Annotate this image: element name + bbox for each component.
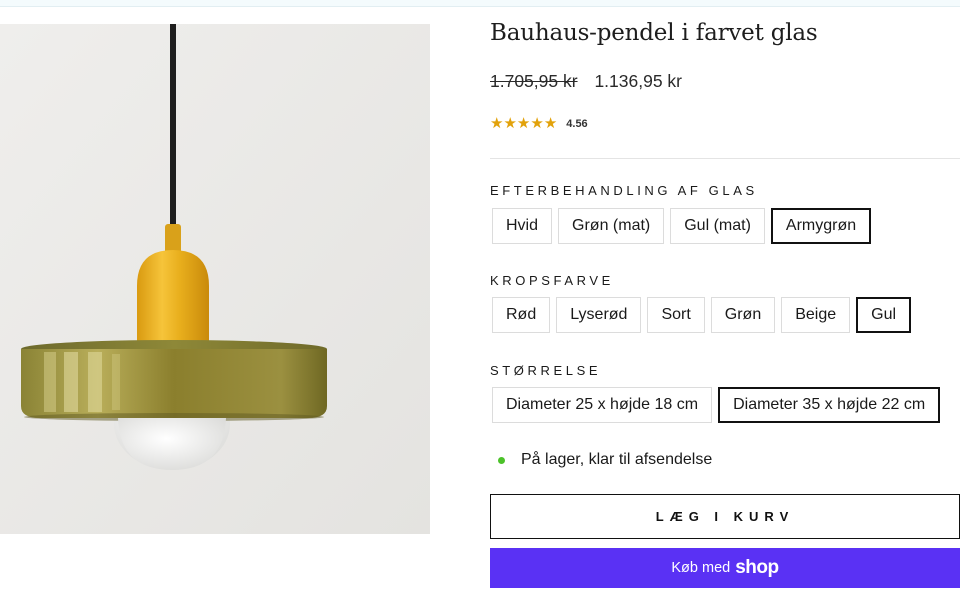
in-stock-dot-icon <box>498 456 505 464</box>
finish-label: EFTERBEHANDLING AF GLAS <box>490 183 758 198</box>
finish-option-gul-mat[interactable]: Gul (mat) <box>670 208 765 244</box>
star-icon: ★ <box>516 115 531 132</box>
star-rating: ★ ★ ★ ★ ★ <box>490 116 557 132</box>
size-option-35[interactable]: Diameter 35 x højde 22 cm <box>718 387 941 423</box>
divider <box>490 158 960 159</box>
shop-pay-prefix: Køb med <box>671 560 731 576</box>
stock-text: På lager, klar til afsendelse <box>521 451 713 468</box>
size-options: Diameter 25 x højde 18 cm Diameter 35 x … <box>492 387 941 423</box>
product-title: Bauhaus-pendel i farvet glas <box>490 20 818 46</box>
price-row: 1.705,95 kr 1.136,95 kr <box>490 71 682 92</box>
body-color-option-beige[interactable]: Beige <box>781 297 851 333</box>
star-icon: ★ <box>503 115 517 132</box>
rating-value: 4.56 <box>566 118 588 130</box>
star-icon: ★ <box>543 115 558 132</box>
body-color-option-lyseroed[interactable]: Lyserød <box>556 297 642 333</box>
shop-logo: shop <box>735 557 779 578</box>
finish-options: Hvid Grøn (mat) Gul (mat) Armygrøn <box>492 208 872 244</box>
body-color-option-gul[interactable]: Gul <box>856 297 912 333</box>
size-option-25[interactable]: Diameter 25 x højde 18 cm <box>492 387 713 423</box>
body-color-option-roed[interactable]: Rød <box>492 297 551 333</box>
price-sale: 1.136,95 kr <box>594 71 682 91</box>
stock-status: På lager, klar til afsendelse <box>498 451 712 469</box>
size-label: STØRRELSE <box>490 363 602 378</box>
star-icon: ★ <box>490 115 504 132</box>
body-color-options: Rød Lyserød Sort Grøn Beige Gul <box>492 297 912 333</box>
body-color-option-groen[interactable]: Grøn <box>710 297 776 333</box>
add-to-cart-label: LÆG I KURV <box>655 509 795 524</box>
shop-pay-button[interactable]: Køb med shop <box>490 548 960 588</box>
star-icon: ★ <box>530 115 544 132</box>
finish-option-groen-mat[interactable]: Grøn (mat) <box>558 208 665 244</box>
rating[interactable]: ★ ★ ★ ★ ★ 4.56 <box>490 116 588 132</box>
body-color-label: KROPSFARVE <box>490 273 614 288</box>
product-image[interactable] <box>0 24 430 534</box>
body-color-option-sort[interactable]: Sort <box>647 297 705 333</box>
finish-option-hvid[interactable]: Hvid <box>492 208 553 244</box>
finish-option-armygroen[interactable]: Armygrøn <box>770 208 872 244</box>
price-original: 1.705,95 kr <box>490 71 578 91</box>
pendant-lamp-illustration <box>0 24 430 534</box>
top-strip <box>0 0 960 7</box>
add-to-cart-button[interactable]: LÆG I KURV <box>490 494 960 539</box>
